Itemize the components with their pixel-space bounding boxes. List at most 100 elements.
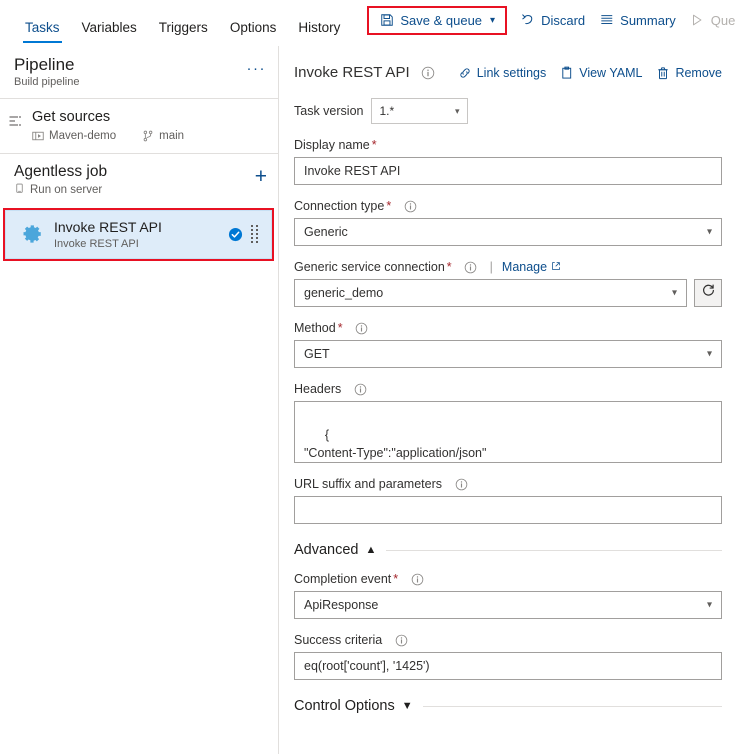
label-separator: | xyxy=(489,260,493,274)
tab-tasks[interactable]: Tasks xyxy=(14,20,71,47)
connection-type-value: Generic xyxy=(304,225,348,239)
manage-link[interactable]: Manage xyxy=(502,260,561,274)
connection-type-select[interactable]: Generic ▾ xyxy=(294,218,722,246)
branch-icon xyxy=(142,130,154,142)
command-bar: Save & queue ▾ Discard Summary Queue ··· xyxy=(365,0,736,46)
save-and-queue-button[interactable]: Save & queue ▾ xyxy=(372,9,502,32)
field-url-suffix: URL suffix and parameters xyxy=(294,477,722,524)
trash-icon xyxy=(656,66,670,80)
repository-chip: Maven-demo xyxy=(32,130,116,142)
headers-value: { "Content-Type":"application/json" } xyxy=(304,428,487,461)
remove-button[interactable]: Remove xyxy=(656,66,722,80)
get-sources-meta: Maven-demo main xyxy=(32,130,264,142)
method-select[interactable]: GET ▾ xyxy=(294,340,722,368)
success-criteria-value: eq(root['count'], '1425') xyxy=(304,659,430,673)
discard-button[interactable]: Discard xyxy=(513,9,592,32)
completion-event-value: ApiResponse xyxy=(304,598,379,612)
link-settings-button[interactable]: Link settings xyxy=(458,66,546,80)
tab-triggers[interactable]: Triggers xyxy=(148,19,219,47)
required-marker: * xyxy=(386,199,392,213)
service-connection-value: generic_demo xyxy=(304,286,384,300)
method-value: GET xyxy=(304,347,330,361)
info-icon[interactable] xyxy=(394,633,408,647)
info-icon[interactable] xyxy=(454,477,468,491)
required-marker: * xyxy=(393,572,399,586)
task-version-select[interactable]: 1.* ▾ xyxy=(371,98,469,124)
summary-label: Summary xyxy=(620,12,676,28)
refresh-connections-button[interactable] xyxy=(694,279,722,307)
info-icon[interactable] xyxy=(355,321,369,335)
url-suffix-label: URL suffix and parameters xyxy=(294,477,442,491)
server-icon xyxy=(14,183,25,197)
method-label: Method xyxy=(294,321,336,335)
tab-variables-label: Variables xyxy=(81,19,137,35)
task-version-value: 1.* xyxy=(379,104,395,118)
view-yaml-button[interactable]: View YAML xyxy=(560,66,642,80)
required-marker: * xyxy=(446,260,452,274)
external-link-icon xyxy=(551,260,561,274)
url-suffix-input[interactable] xyxy=(294,496,722,524)
info-icon[interactable] xyxy=(353,382,367,396)
section-control-options[interactable]: Control Options ▼ xyxy=(294,698,722,714)
sidebar-item-get-sources[interactable]: Get sources Maven-demo main xyxy=(0,99,278,152)
completion-event-select[interactable]: ApiResponse ▾ xyxy=(294,591,722,619)
task-drag-handle[interactable] xyxy=(245,225,263,244)
task-version-label: Task version xyxy=(294,104,364,118)
refresh-icon xyxy=(701,283,716,303)
headers-label: Headers xyxy=(294,382,342,396)
resize-handle-icon[interactable] xyxy=(710,451,720,461)
service-connection-select[interactable]: generic_demo ▾ xyxy=(294,279,687,307)
sidebar-item-agentless-job[interactable]: Agentless job Run on server + xyxy=(0,154,278,208)
chevron-down-icon: ▼ xyxy=(401,700,413,712)
save-and-queue-label: Save & queue xyxy=(400,12,483,28)
section-rule xyxy=(422,705,722,707)
pipeline-tabs: Tasks Variables Triggers Options History xyxy=(0,0,351,46)
job-subtitle: Run on server xyxy=(30,184,103,197)
headers-textarea[interactable]: { "Content-Type":"application/json" } xyxy=(294,401,722,463)
connection-type-label-row: Connection type * xyxy=(294,199,722,213)
pipeline-header[interactable]: Pipeline Build pipeline ··· xyxy=(0,46,278,98)
method-label-row: Method * xyxy=(294,321,722,335)
chevron-down-icon[interactable]: ▾ xyxy=(490,15,495,26)
remove-label: Remove xyxy=(675,66,722,80)
selected-task-highlight: Invoke REST API Invoke REST API xyxy=(3,208,274,261)
tab-variables[interactable]: Variables xyxy=(71,19,148,47)
task-gear-icon xyxy=(16,220,46,248)
get-sources-title: Get sources xyxy=(32,109,111,126)
tab-history[interactable]: History xyxy=(287,20,351,47)
queue-button: Queue xyxy=(683,9,736,32)
field-display-name: Display name * Invoke REST API xyxy=(294,138,722,185)
link-settings-label: Link settings xyxy=(476,66,547,80)
info-icon[interactable] xyxy=(403,199,417,213)
link-icon xyxy=(458,66,472,80)
display-name-label-row: Display name * xyxy=(294,138,722,152)
section-advanced[interactable]: Advanced ▲ xyxy=(294,542,722,558)
detail-actions: Link settings View YAML Remove xyxy=(458,66,722,80)
success-criteria-input[interactable]: eq(root['count'], '1425') xyxy=(294,652,722,680)
detail-header: Invoke REST API Link settings View YAML xyxy=(294,46,722,88)
top-toolbar: Tasks Variables Triggers Options History… xyxy=(0,0,736,46)
manage-link-label: Manage xyxy=(501,260,548,274)
info-icon[interactable] xyxy=(464,260,478,274)
tab-options[interactable]: Options xyxy=(219,20,288,47)
pipeline-title: Pipeline xyxy=(14,55,75,74)
pipeline-subtitle: Build pipeline xyxy=(14,76,80,89)
field-method: Method * GET ▾ xyxy=(294,321,722,368)
play-icon xyxy=(690,13,705,28)
service-connection-label-row: Generic service connection * | Manage xyxy=(294,260,722,274)
tab-triggers-label: Triggers xyxy=(158,19,208,35)
service-connection-label: Generic service connection xyxy=(294,260,445,274)
sidebar-item-invoke-rest-api[interactable]: Invoke REST API Invoke REST API xyxy=(5,210,272,259)
completion-event-label-row: Completion event * xyxy=(294,572,722,586)
display-name-input[interactable]: Invoke REST API xyxy=(294,157,722,185)
add-task-button[interactable]: + xyxy=(255,166,267,187)
pipeline-more-button[interactable]: ··· xyxy=(247,60,267,77)
info-icon[interactable] xyxy=(421,66,435,80)
task-version-row: Task version 1.* ▾ xyxy=(294,98,722,124)
section-rule xyxy=(386,549,722,551)
info-icon[interactable] xyxy=(410,572,424,586)
summary-button[interactable]: Summary xyxy=(592,9,683,32)
task-subtitle: Invoke REST API xyxy=(54,237,139,250)
task-enabled-check-icon[interactable] xyxy=(225,227,245,242)
service-connection-row: generic_demo ▾ xyxy=(294,279,722,307)
